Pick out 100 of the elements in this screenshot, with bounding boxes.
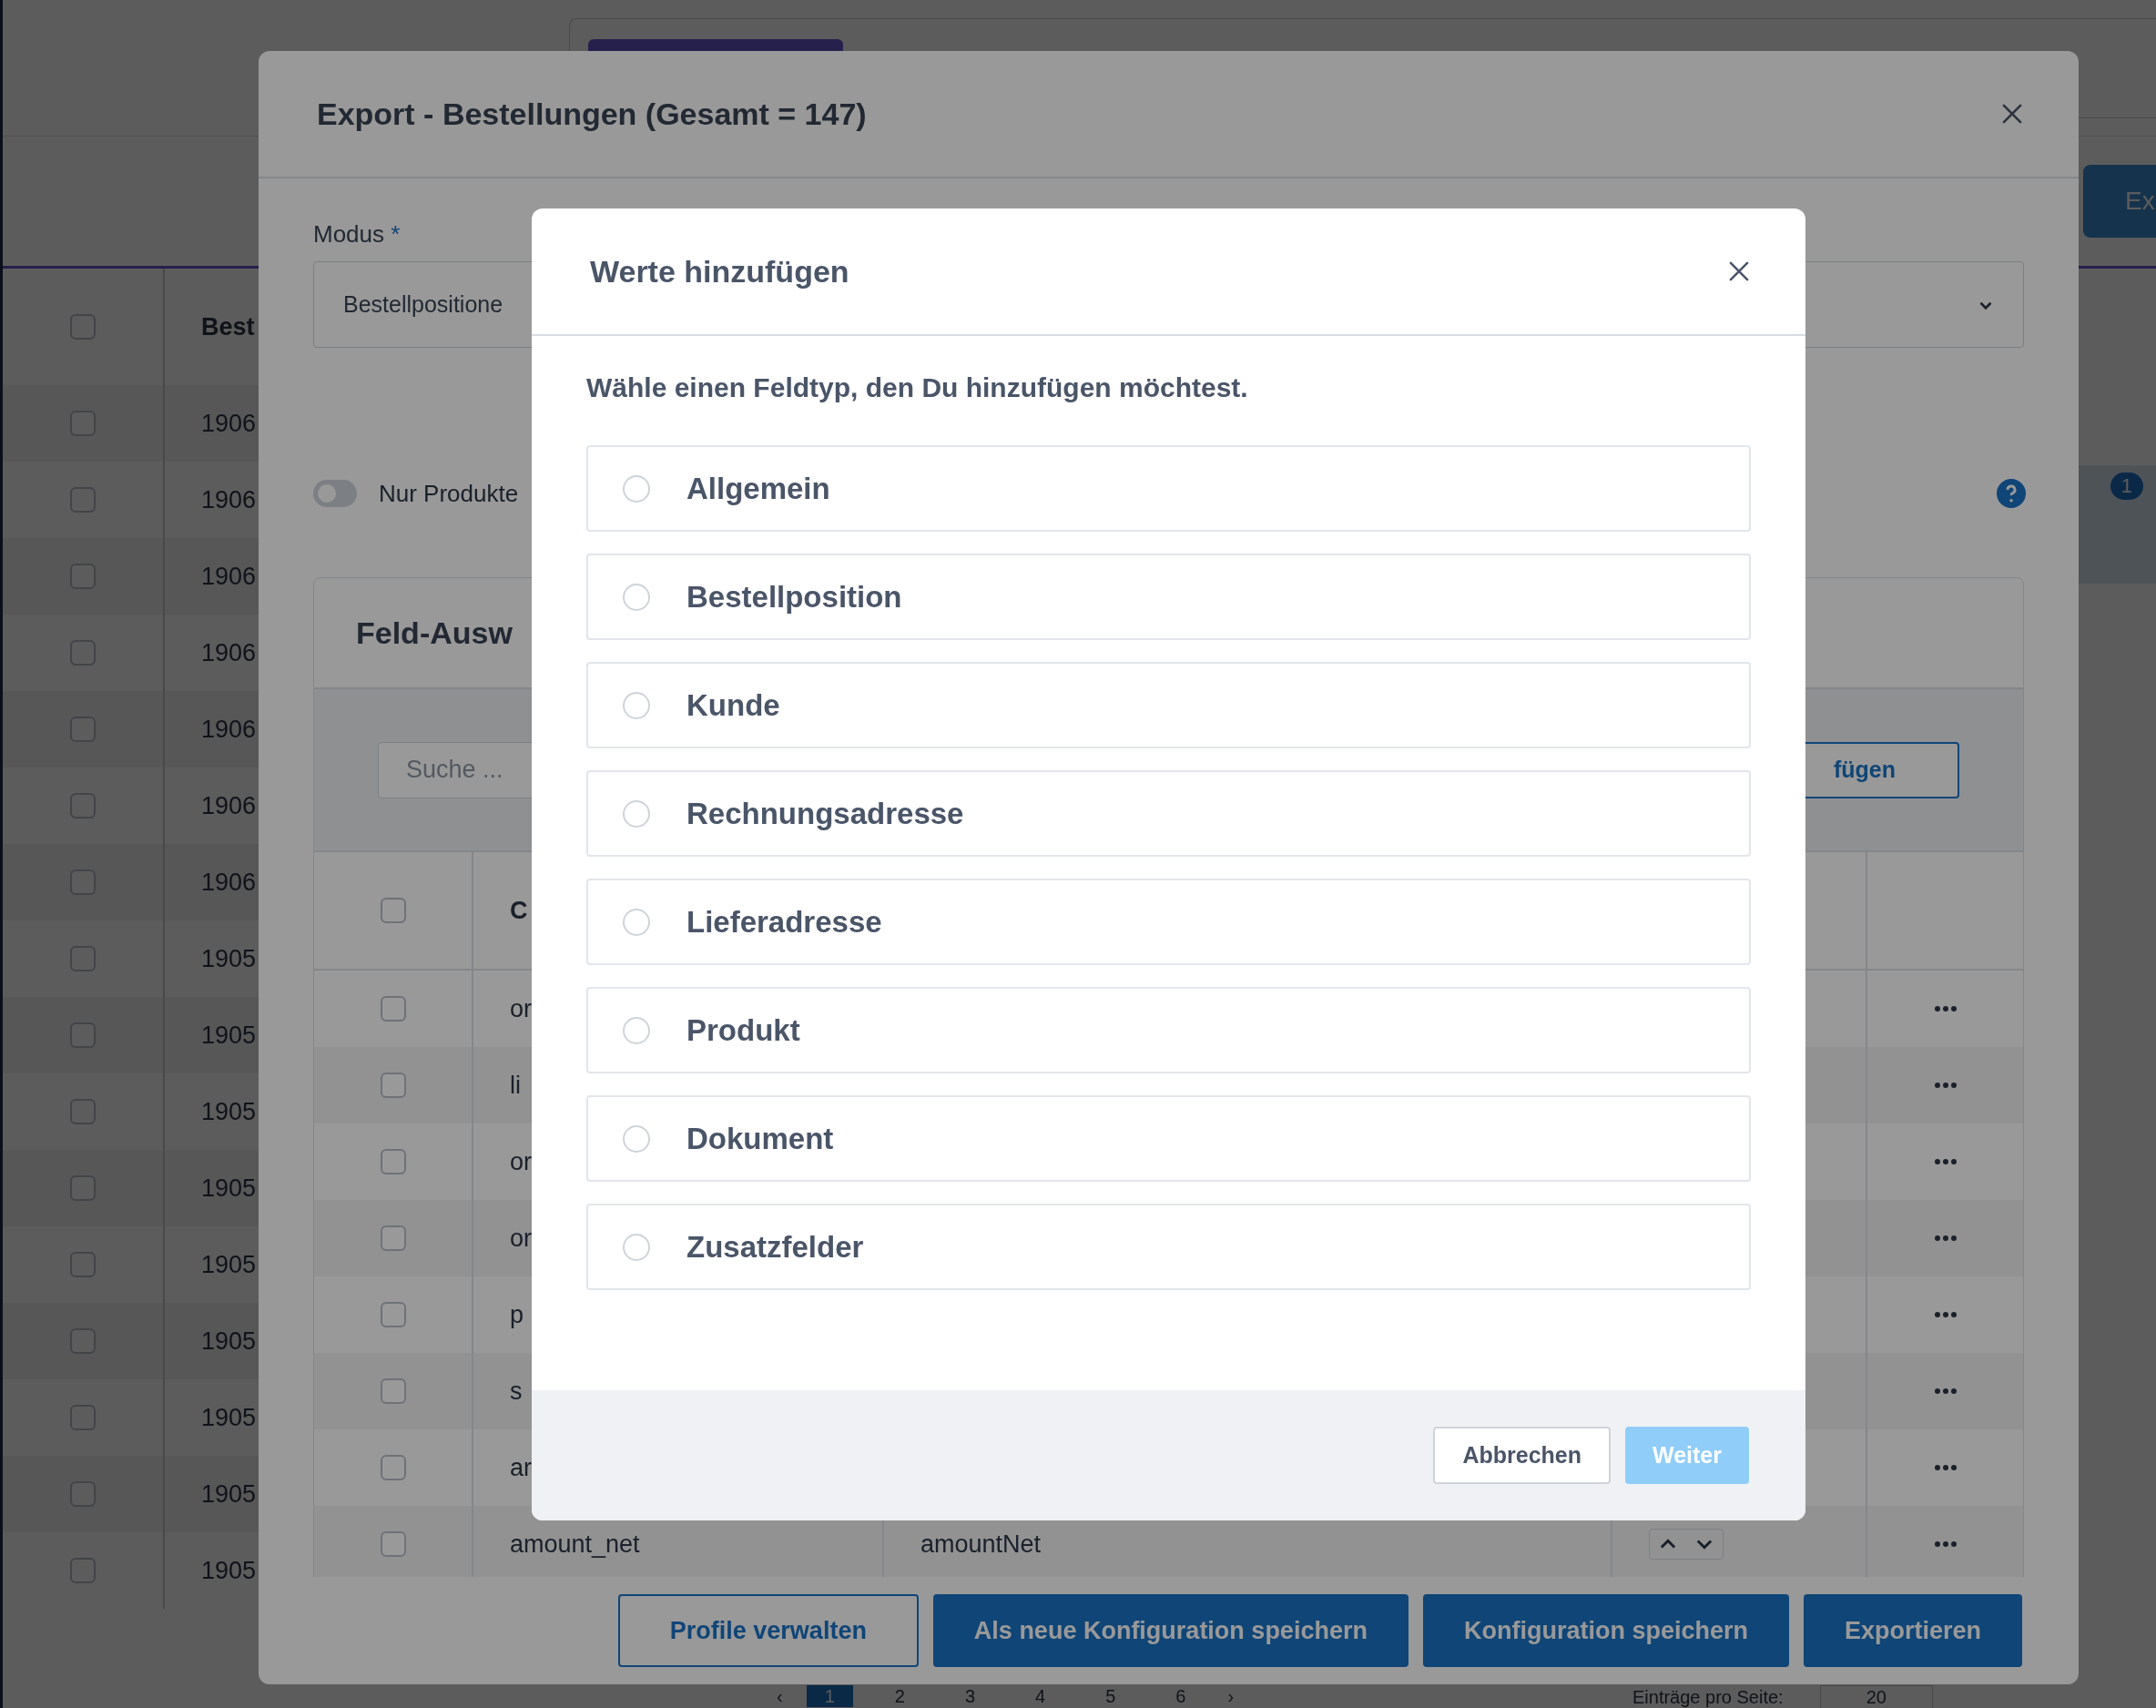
radio-button[interactable]: [623, 799, 650, 828]
checkbox[interactable]: [70, 793, 96, 818]
close-icon[interactable]: [1727, 259, 1751, 283]
field-type-option[interactable]: Produkt: [586, 987, 1751, 1073]
filter-count-badge: 1: [2110, 473, 2143, 500]
table-cell: s: [510, 1377, 523, 1406]
page-link[interactable]: 1: [806, 1685, 853, 1707]
checkbox[interactable]: [70, 1099, 96, 1124]
checkbox[interactable]: [380, 1531, 406, 1557]
table-cell-text: 1906: [200, 638, 257, 667]
checkbox[interactable]: [380, 996, 406, 1022]
column-header: Best: [200, 312, 255, 341]
field-type-option[interactable]: Allgemein: [586, 445, 1751, 532]
checkbox[interactable]: [70, 564, 96, 589]
table-cell-text: 1905: [200, 1097, 257, 1126]
checkbox[interactable]: [70, 487, 96, 513]
table-cell-text: 1905: [200, 1403, 257, 1432]
field-type-option[interactable]: Dokument: [586, 1095, 1751, 1182]
checkbox[interactable]: [380, 898, 406, 923]
table-cell: p: [510, 1300, 524, 1329]
checkbox[interactable]: [380, 1225, 406, 1251]
more-icon[interactable]: [1933, 1235, 1958, 1242]
table-cell-text: 1905: [200, 1479, 257, 1509]
table-cell-text: 1905: [200, 1174, 257, 1203]
table-cell: ar: [510, 1453, 532, 1482]
toggle-switch[interactable]: [313, 480, 357, 507]
table-cell: li: [510, 1071, 521, 1100]
table-cell-text: 1906: [200, 562, 257, 591]
more-icon[interactable]: [1933, 1311, 1958, 1318]
checkbox[interactable]: [70, 1175, 96, 1201]
table-cell-text: 1906: [200, 868, 257, 897]
toggle-label: Nur Produkte: [379, 479, 519, 508]
more-icon[interactable]: [1933, 1388, 1958, 1395]
more-icon[interactable]: [1933, 1464, 1958, 1471]
table-cell: or: [510, 994, 532, 1023]
per-page-label: Einträge pro Seite:: [1632, 1685, 1784, 1708]
page-link[interactable]: 2: [876, 1685, 923, 1707]
more-icon[interactable]: [1933, 1082, 1958, 1089]
card-title: Feld-Ausw: [356, 615, 513, 651]
checkbox[interactable]: [70, 1481, 96, 1507]
checkbox[interactable]: [70, 1405, 96, 1430]
footer-button[interactable]: Exportieren: [1803, 1594, 2022, 1667]
sort-arrows-control[interactable]: [1649, 1529, 1724, 1560]
checkbox[interactable]: [70, 411, 96, 436]
column-header: C: [510, 896, 528, 925]
checkbox[interactable]: [70, 640, 96, 666]
field-type-option[interactable]: Zusatzfelder: [586, 1204, 1751, 1290]
checkbox[interactable]: [70, 1328, 96, 1354]
radio-button[interactable]: [623, 1124, 650, 1153]
table-cell-text: 1906: [200, 791, 257, 820]
checkbox[interactable]: [70, 1558, 96, 1583]
previous-page-link[interactable]: ‹: [777, 1685, 783, 1707]
checkbox[interactable]: [70, 717, 96, 742]
close-icon[interactable]: [2000, 102, 2024, 126]
radio-button[interactable]: [623, 691, 650, 719]
checkbox[interactable]: [70, 314, 96, 340]
page-link[interactable]: 3: [946, 1685, 994, 1707]
table-cell-text: 1906: [200, 485, 257, 514]
cancel-button[interactable]: Abbrechen: [1433, 1427, 1611, 1484]
field-type-option[interactable]: Rechnungsadresse: [586, 770, 1751, 857]
checkbox[interactable]: [70, 946, 96, 971]
checkbox[interactable]: [70, 869, 96, 895]
footer-button[interactable]: Als neue Konfiguration speichern: [932, 1594, 1409, 1667]
radio-button[interactable]: [623, 1233, 650, 1261]
field-type-option[interactable]: Kunde: [586, 662, 1751, 748]
prompt-text: Wähle einen Feldtyp, den Du hinzufügen möchtest.: [586, 372, 1249, 403]
field-type-option[interactable]: Bestellposition: [586, 554, 1751, 640]
checkbox[interactable]: [380, 1073, 406, 1098]
table-cell: or: [510, 1147, 532, 1176]
more-icon[interactable]: [1933, 1005, 1958, 1012]
radio-button[interactable]: [623, 908, 650, 936]
export-button[interactable]: Ex: [2083, 165, 2156, 238]
table-cell: amountNet: [920, 1530, 1042, 1559]
checkbox[interactable]: [380, 1378, 406, 1404]
dialog-title: Werte hinzufügen: [590, 253, 849, 290]
table-cell-text: 1905: [200, 1021, 257, 1050]
checkbox[interactable]: [70, 1022, 96, 1048]
table-cell: or: [510, 1224, 532, 1253]
more-icon[interactable]: [1933, 1540, 1958, 1548]
field-type-option[interactable]: Lieferadresse: [586, 879, 1751, 965]
help-icon[interactable]: [1997, 479, 2026, 508]
footer-button[interactable]: Konfiguration speichern: [1422, 1594, 1789, 1667]
page-link[interactable]: 5: [1087, 1685, 1134, 1707]
checkbox[interactable]: [380, 1149, 406, 1174]
per-page-select[interactable]: 20: [1819, 1685, 1933, 1708]
next-page-link[interactable]: ›: [1227, 1685, 1235, 1707]
checkbox[interactable]: [70, 1252, 96, 1277]
more-icon[interactable]: [1933, 1158, 1958, 1165]
table-cell-text: 1905: [200, 1327, 257, 1356]
page-link[interactable]: 6: [1157, 1685, 1205, 1707]
radio-button[interactable]: [623, 474, 650, 503]
page-link[interactable]: 4: [1017, 1685, 1064, 1707]
radio-button[interactable]: [623, 1016, 650, 1044]
footer-button[interactable]: Profile verwalten: [617, 1594, 919, 1667]
table-cell-text: 1905: [200, 1250, 257, 1279]
table-cell-text: 1905: [200, 1556, 257, 1585]
mode-label: Modus *: [313, 220, 402, 249]
checkbox[interactable]: [380, 1455, 406, 1480]
checkbox[interactable]: [380, 1302, 406, 1327]
radio-button[interactable]: [623, 583, 650, 611]
